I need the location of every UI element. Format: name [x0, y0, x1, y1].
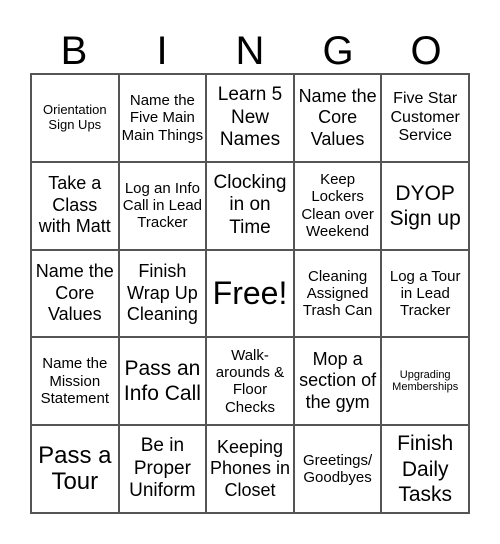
bingo-cell[interactable]: Five Star Customer Service — [381, 74, 469, 162]
bingo-cell[interactable]: Cleaning Assigned Trash Can — [293, 249, 382, 338]
bingo-cell[interactable]: Clocking in on Time — [206, 161, 294, 250]
bingo-cell[interactable]: Name the Core Values — [293, 74, 382, 162]
free-space[interactable]: Free! — [206, 249, 294, 338]
bingo-cell[interactable]: DYOP Sign up — [381, 161, 469, 250]
bingo-cell[interactable]: Upgrading Memberships — [381, 337, 469, 426]
bingo-cell[interactable]: Greetings/ Goodbyes — [293, 425, 382, 513]
bingo-card: Orientation Sign Ups Name the Five Main … — [30, 73, 470, 514]
bingo-cell[interactable]: Finish Wrap Up Cleaning — [118, 249, 207, 338]
bingo-cell[interactable]: Keeping Phones in Closet — [206, 425, 294, 513]
bingo-cell[interactable]: Name the Core Values — [31, 249, 119, 338]
header-letter-n: N — [235, 29, 265, 73]
bingo-cell[interactable]: Log a Tour in Lead Tracker — [381, 249, 469, 338]
header-letter-b: B — [60, 29, 88, 73]
header-letter-o: O — [410, 29, 442, 73]
bingo-cell[interactable]: Learn 5 New Names — [206, 74, 294, 162]
bingo-cell[interactable]: Pass a Tour — [31, 425, 119, 513]
bingo-cell[interactable]: Name the Five Main Main Things — [118, 74, 207, 162]
bingo-cell[interactable]: Name the Mission Statement — [31, 337, 119, 426]
bingo-cell[interactable]: Mop a section of the gym — [293, 337, 382, 426]
bingo-cell[interactable]: Walk-arounds & Floor Checks — [206, 337, 294, 426]
bingo-cell[interactable]: Finish Daily Tasks — [381, 425, 469, 513]
bingo-cell[interactable]: Pass an Info Call — [118, 337, 207, 426]
bingo-header: B I N G O — [30, 28, 470, 74]
bingo-cell[interactable]: Be in Proper Uniform — [118, 425, 207, 513]
bingo-cell[interactable]: Orientation Sign Ups — [31, 74, 119, 162]
bingo-cell[interactable]: Log an Info Call in Lead Tracker — [118, 161, 207, 250]
bingo-cell[interactable]: Take a Class with Matt — [31, 161, 119, 250]
header-letter-i: I — [156, 29, 168, 73]
bingo-cell[interactable]: Keep Lockers Clean over Weekend — [293, 161, 382, 250]
header-letter-g: G — [322, 29, 354, 73]
